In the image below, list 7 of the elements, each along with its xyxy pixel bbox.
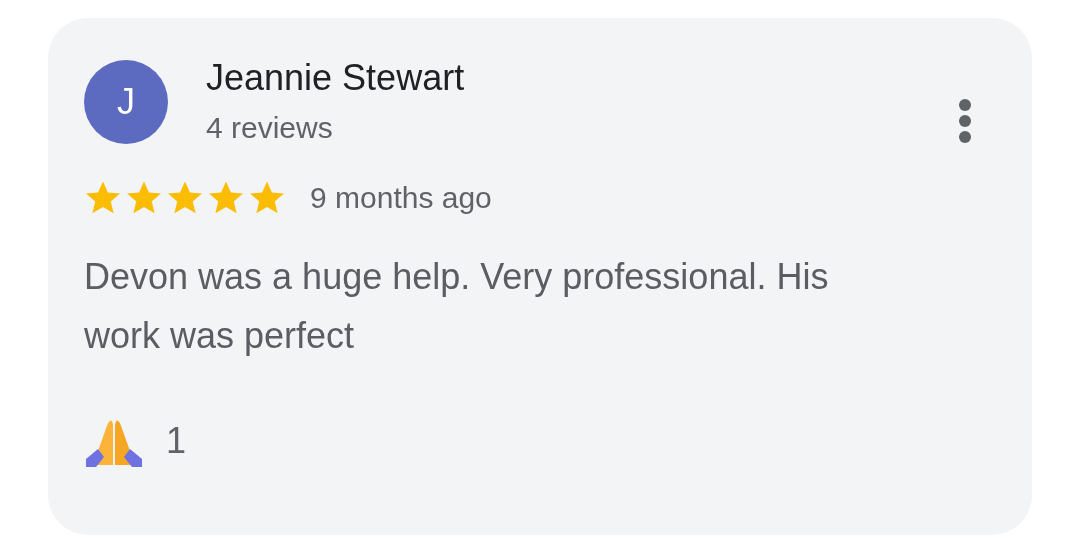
review-text: Devon was a huge help. Very professional. His work was perfect bbox=[84, 255, 830, 358]
review-time: 9 months ago bbox=[310, 181, 492, 215]
review-count: 4 reviews bbox=[206, 111, 334, 145]
reviewer-name[interactable]: Jeannie Stewart bbox=[206, 57, 958, 99]
reaction-count: 1 bbox=[166, 420, 187, 462]
avatar[interactable]: J bbox=[84, 60, 168, 144]
more-options-icon[interactable] bbox=[958, 98, 972, 144]
